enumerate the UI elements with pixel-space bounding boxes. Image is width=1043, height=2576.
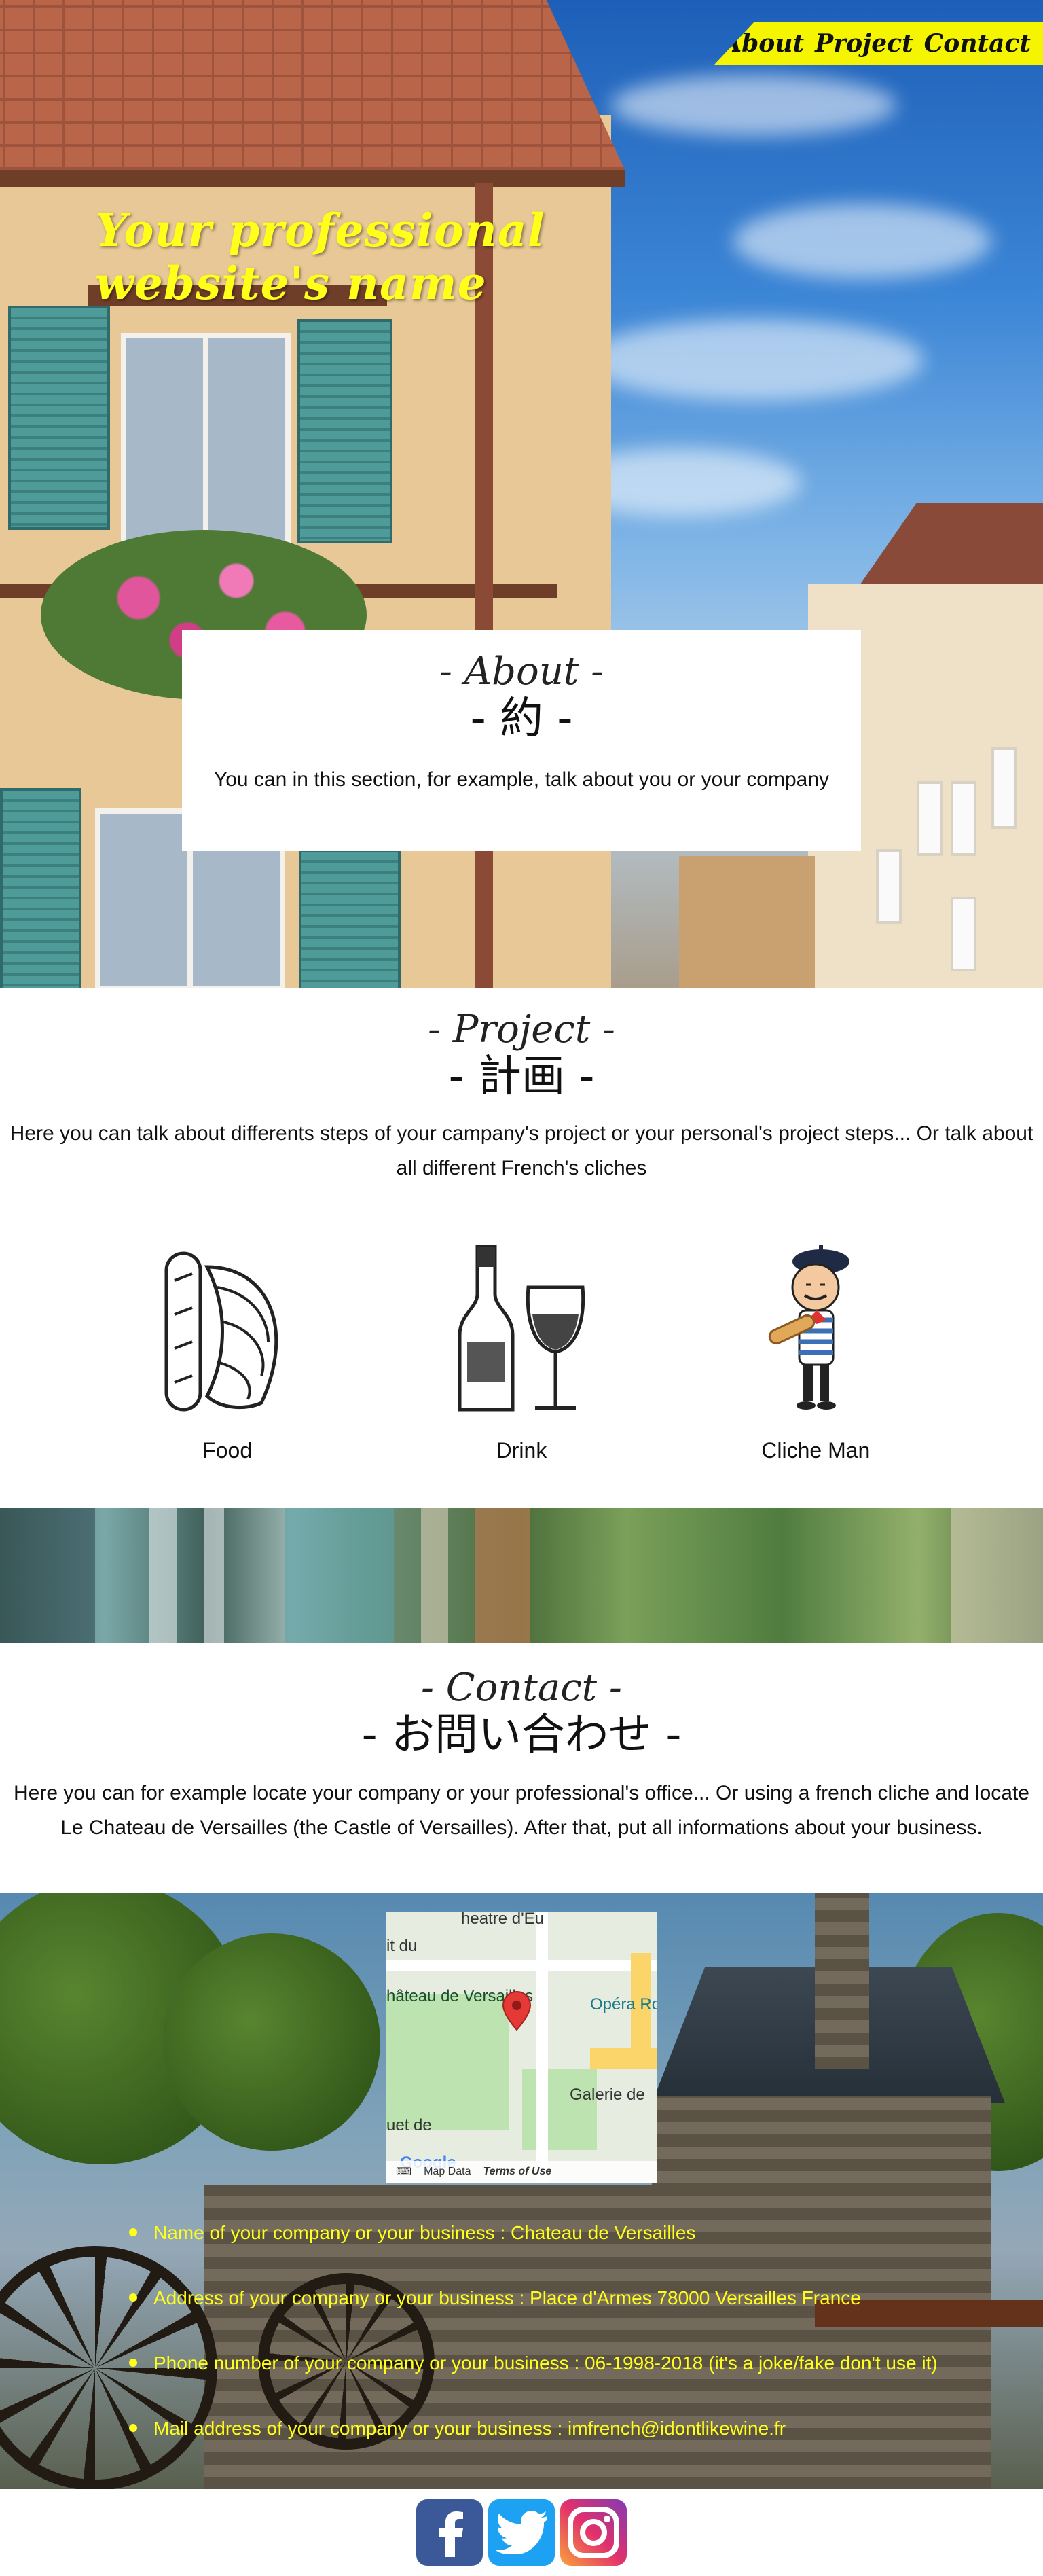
reflection [204,1508,224,1643]
site-title: Your professional website's name [95,204,545,310]
map-label: heatre d'Eu [461,1912,545,1928]
hero-section: About Project Contact Your professional … [0,0,1043,988]
contact-heading-jp: - お問い合わせ - [361,1709,682,1760]
map-park [386,1994,509,2130]
building-window [951,897,976,971]
map-label: uet de [386,2116,432,2134]
project-heading: - Project - [428,1007,615,1052]
map-label: Opéra Roy [590,1995,657,2014]
instagram-camera-glyph [568,2507,619,2558]
building-window [951,781,976,856]
map-road [536,1912,548,2183]
about-heading-jp: - 約 - [470,693,573,744]
map-embed[interactable]: heatre d'Eu it du hâteau de Versailles O… [386,1912,657,2183]
map-pin-icon [502,1990,532,2031]
project-heading-jp: - 計画 - [448,1051,595,1102]
reflection [149,1508,177,1643]
map-road [386,1960,657,1971]
roof-tiles [0,0,625,170]
business-address: Address of your company or your business… [129,2281,1012,2346]
shutter [299,849,401,988]
map-label: it du [386,1937,418,1955]
business-name: Name of your company or your business : … [129,2216,1012,2281]
about-text: You can in this section, for example, ta… [213,768,830,791]
card-cliche-man-label: Cliche Man [761,1438,871,1463]
card-food-label: Food [202,1438,253,1463]
wine-bottle-glass-icon [458,1245,585,1412]
contact-heading: - Contact - [421,1666,622,1710]
business-info-list: Name of your company or your business : … [129,2216,1012,2477]
facebook-glyph [439,2511,463,2557]
reflection [951,1508,1043,1643]
french-man-icon [769,1245,850,1410]
building-window [876,849,902,924]
card-drink-label: Drink [496,1438,547,1463]
building [679,856,815,988]
reflection [0,1508,95,1643]
shutter [297,319,392,543]
footer [0,2489,1043,2576]
cloud [611,75,896,136]
shutter [0,788,81,988]
map-footer: ⌨ Map Data Terms of Use [386,2161,657,2183]
card-drink: Drink [433,1240,610,1463]
keyboard-icon[interactable]: ⌨ [396,2165,411,2179]
map-park [522,2069,597,2150]
contact-text: Here you can for example locate your com… [14,1782,1029,1840]
shutter [8,306,110,530]
cloud [584,319,923,401]
business-email: Mail address of your company or your bus… [129,2412,1012,2477]
reflection [421,1508,448,1643]
about-card: - About - - 約 - You can in this section,… [182,630,861,851]
nav-project-link[interactable]: Project [815,29,913,58]
twitter-icon[interactable] [488,2499,555,2566]
river-image-band [0,1508,1043,1643]
reflection [475,1508,530,1643]
project-cards: Food Drink Cliche Man [0,1240,1043,1463]
building-window [917,781,943,856]
building-window [991,747,1017,829]
project-section: - Project - - 計画 - Here you can talk abo… [0,988,1043,1508]
building-roof [856,503,1043,591]
house-beam [0,170,625,187]
house-window [121,333,291,550]
reflection [285,1508,394,1643]
terms-of-use-link[interactable]: Terms of Use [483,2166,551,2178]
croissant-baguette-icon [164,1251,278,1412]
about-heading: - About - [439,649,604,694]
facebook-icon[interactable] [416,2499,483,2566]
cloud [733,204,991,279]
map-data-link[interactable]: Map Data [424,2166,471,2178]
business-phone: Phone number of your company or your bus… [129,2346,1012,2412]
nav-contact-link[interactable]: Contact [924,29,1031,58]
nav-about-link[interactable]: About [722,29,804,58]
map-label: Galerie de [570,2086,645,2104]
project-text: Here you can talk about differents steps… [10,1122,1033,1180]
instagram-icon[interactable] [560,2499,627,2566]
contact-section: - Contact - - お問い合わせ - Here you can for … [0,1643,1043,1893]
card-food: Food [139,1240,316,1463]
card-cliche-man: Cliche Man [727,1240,904,1463]
twitter-bird-glyph [496,2511,547,2554]
top-nav: About Project Contact [714,22,1043,65]
